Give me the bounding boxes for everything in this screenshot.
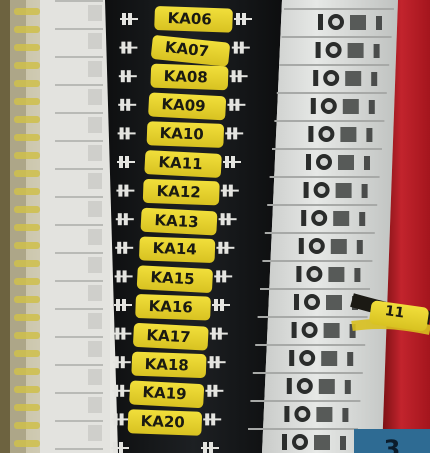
- terminal-label-text: KA12: [155, 181, 201, 202]
- terminal-label-text: KA09: [161, 95, 207, 116]
- terminal-label-text: KA19: [142, 383, 188, 404]
- terminal-label-text: KA06: [167, 9, 213, 29]
- terminal-label-text: KA20: [140, 412, 186, 432]
- terminal-label-text: KA18: [144, 354, 190, 375]
- terminal-label-text: KA15: [149, 268, 195, 289]
- terminal-label-text: KA17: [146, 325, 192, 347]
- photo-canvas: [0, 0, 430, 453]
- terminal-block-photo: KA06 KA07 KA08 KA09 KA10 KA11 KA12 KA13 KA14 KA15…: [0, 0, 430, 453]
- terminal-label-text: KA08: [163, 66, 209, 87]
- terminal-label-text: KA10: [159, 124, 205, 144]
- corner-badge: 3: [354, 429, 430, 453]
- terminal-label-text: KA16: [148, 297, 194, 317]
- left-white-modules: [40, 0, 110, 453]
- terminal-label-text: KA13: [153, 210, 199, 231]
- terminal-label-text: KA11: [157, 153, 203, 174]
- cable-marker-text: 11: [383, 303, 406, 322]
- terminal-label-text: KA14: [152, 239, 197, 259]
